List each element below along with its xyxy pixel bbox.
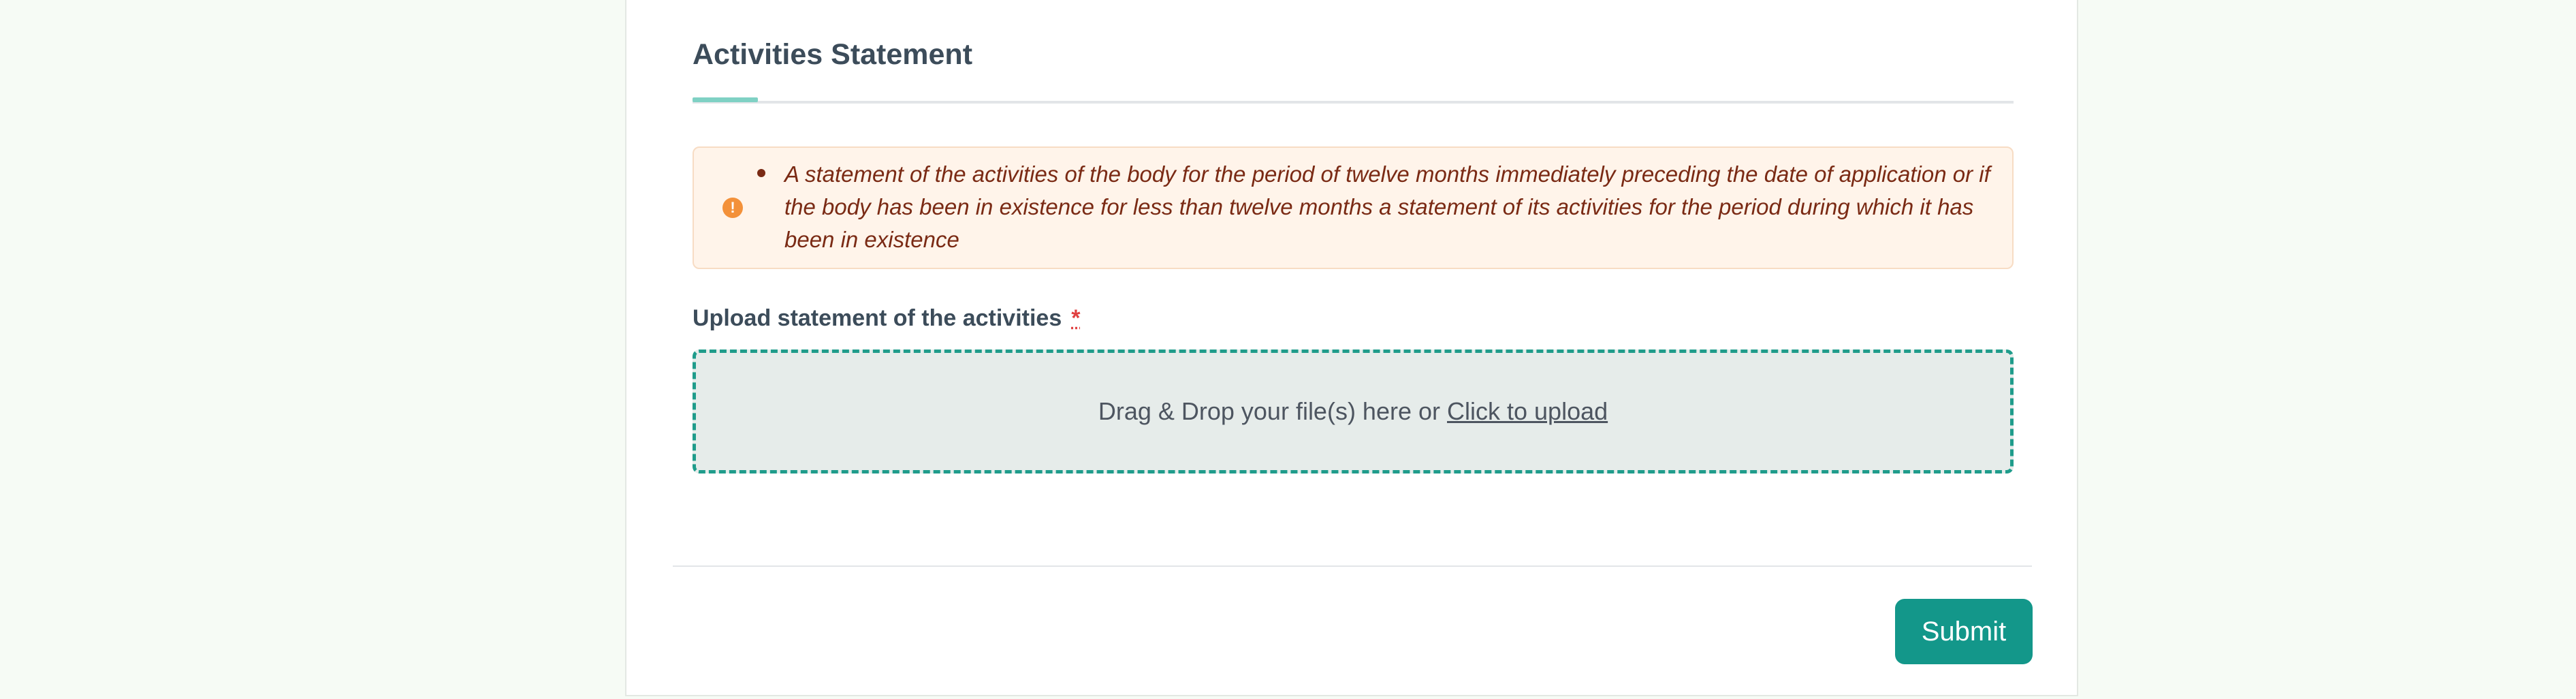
file-dropzone[interactable]: Drag & Drop your file(s) here or Click t… [693, 350, 2014, 473]
upload-field-label: Upload statement of the activities * [693, 302, 1080, 335]
form-card: Activities Statement ! A statement of th… [625, 0, 2078, 696]
section-divider-accent [693, 97, 758, 102]
upload-label-text: Upload statement of the activities [693, 305, 1062, 331]
submit-button[interactable]: Submit [1895, 599, 2033, 664]
exclamation-circle-icon: ! [722, 198, 743, 218]
required-asterisk: * [1071, 305, 1081, 331]
warning-alert: ! A statement of the activities of the b… [693, 146, 2014, 269]
alert-text: A statement of the activities of the bod… [784, 161, 1990, 252]
bullet-point [757, 169, 765, 177]
dropzone-text: Drag & Drop your file(s) here or [1098, 397, 1440, 425]
click-to-upload-link[interactable]: Click to upload [1447, 397, 1608, 425]
footer-divider [673, 565, 2032, 567]
section-title: Activities Statement [693, 38, 973, 71]
section-divider [693, 101, 2014, 104]
